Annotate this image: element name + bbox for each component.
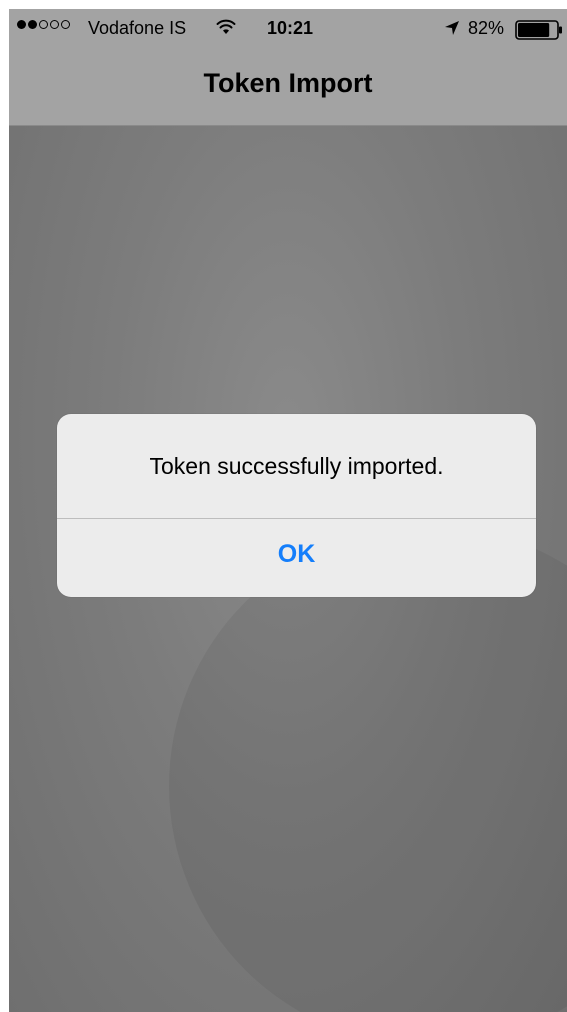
- alert-dialog: Token successfully imported. OK: [57, 414, 536, 597]
- background-shape: [169, 526, 567, 1012]
- signal-dot: [39, 20, 48, 29]
- signal-dot: [61, 20, 70, 29]
- wifi-icon: [216, 19, 236, 34]
- battery-icon: [515, 20, 562, 40]
- status-time: 10:21: [267, 18, 314, 38]
- page-title: Token Import: [203, 67, 373, 98]
- battery-percent: 82%: [468, 18, 505, 38]
- navigation-bar: Token Import: [9, 49, 567, 126]
- status-bar: Vodafone IS 10:21 82%: [9, 9, 567, 49]
- location-arrow-icon: [445, 21, 459, 35]
- ok-button[interactable]: OK: [57, 515, 536, 593]
- signal-strength: [17, 20, 70, 29]
- carrier-name: Vodafone IS: [88, 18, 187, 38]
- signal-dot: [28, 20, 37, 29]
- signal-dot: [50, 20, 59, 29]
- alert-message: Token successfully imported.: [149, 452, 444, 479]
- phone-screen: Vodafone IS 10:21 82% Token Import Token…: [9, 9, 567, 1012]
- signal-dot: [17, 20, 26, 29]
